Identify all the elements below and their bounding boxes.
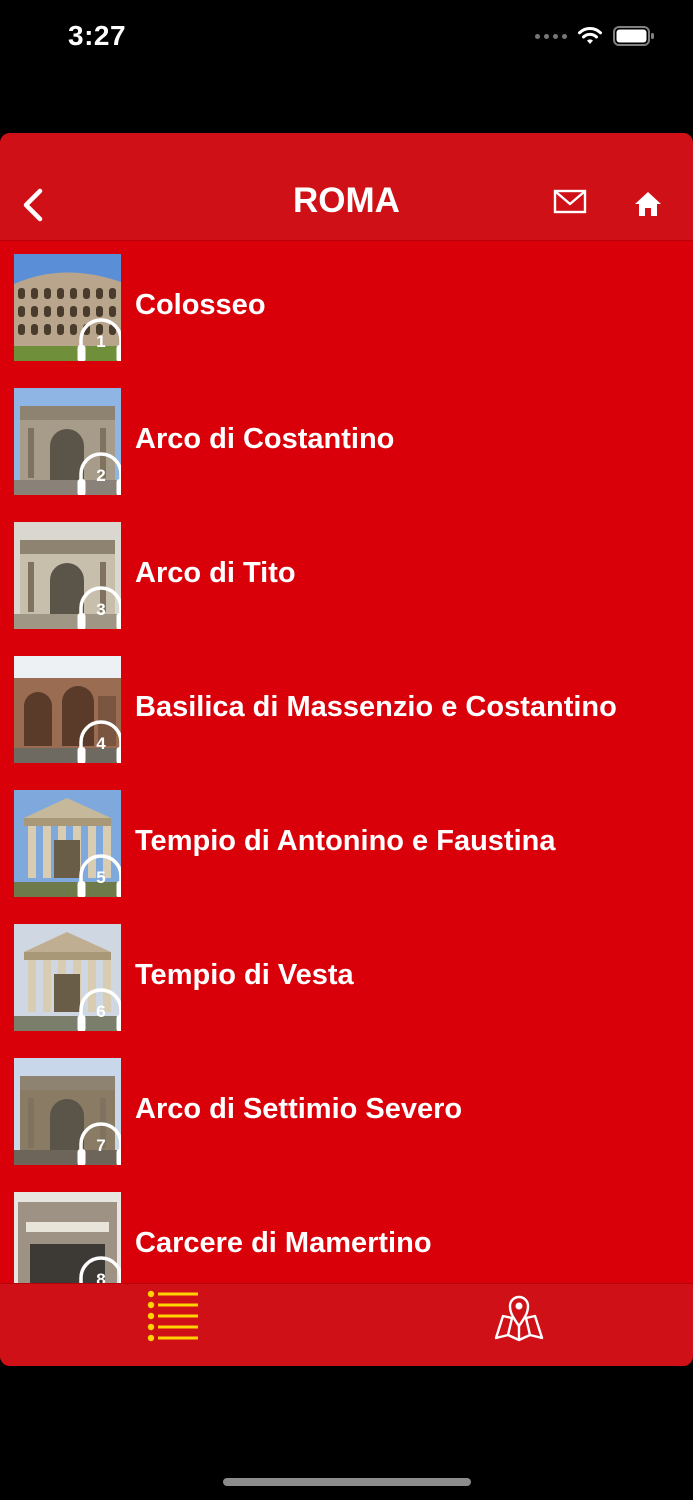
status-bar: 3:27 bbox=[0, 0, 693, 80]
monument-thumbnail: 6 bbox=[14, 924, 121, 1031]
audio-track-number: 5 bbox=[96, 868, 106, 887]
audio-track-number: 3 bbox=[96, 600, 106, 619]
list-item[interactable]: 3 Arco di Tito bbox=[0, 509, 693, 643]
audio-track-number: 2 bbox=[96, 466, 106, 485]
map-pin-icon bbox=[494, 1295, 544, 1342]
home-button[interactable] bbox=[634, 190, 662, 218]
page-title: ROMA bbox=[293, 181, 400, 220]
tab-bar bbox=[0, 1283, 693, 1366]
monument-name: Arco di Costantino bbox=[135, 423, 395, 455]
monument-thumbnail: 4 bbox=[14, 656, 121, 763]
monument-list: 1 Colosseo 2 Arco di Costantino 3 Arco d… bbox=[0, 241, 693, 1283]
audio-track-number: 6 bbox=[96, 1002, 106, 1021]
monument-name: Arco di Settimio Severo bbox=[135, 1093, 463, 1125]
audio-track-number: 1 bbox=[96, 332, 106, 351]
tab-list[interactable] bbox=[146, 1290, 202, 1342]
list-icon bbox=[147, 1290, 198, 1342]
monument-thumbnail: 3 bbox=[14, 522, 121, 629]
monument-name: Tempio di Vesta bbox=[135, 959, 354, 991]
status-icons bbox=[535, 26, 655, 46]
audio-track-number: 7 bbox=[96, 1136, 106, 1155]
monument-name: Colosseo bbox=[135, 289, 266, 321]
battery-icon bbox=[613, 26, 654, 46]
monument-name: Basilica di Massenzio e Costantino bbox=[135, 691, 617, 723]
cellular-signal-icon bbox=[535, 33, 567, 39]
wifi-icon bbox=[578, 27, 602, 44]
list-item[interactable]: 8 Carcere di Mamertino bbox=[0, 1179, 693, 1283]
monument-name: Arco di Tito bbox=[135, 557, 296, 589]
audio-track-number: 4 bbox=[96, 734, 106, 753]
mail-button[interactable] bbox=[553, 189, 587, 215]
list-item[interactable]: 1 Colosseo bbox=[0, 241, 693, 375]
tab-map[interactable] bbox=[492, 1290, 546, 1344]
monument-thumbnail: 8 bbox=[14, 1192, 121, 1283]
monument-thumbnail: 7 bbox=[14, 1058, 121, 1165]
monument-thumbnail: 2 bbox=[14, 388, 121, 495]
list-item[interactable]: 5 Tempio di Antonino e Faustina bbox=[0, 777, 693, 911]
monument-name: Carcere di Mamertino bbox=[135, 1227, 432, 1259]
audio-track-number: 8 bbox=[96, 1270, 106, 1283]
home-indicator bbox=[223, 1478, 471, 1486]
monument-thumbnail: 5 bbox=[14, 790, 121, 897]
list-item[interactable]: 7 Arco di Settimio Severo bbox=[0, 1045, 693, 1179]
navigation-bar: ROMA bbox=[0, 133, 693, 241]
list-item[interactable]: 4 Basilica di Massenzio e Costantino bbox=[0, 643, 693, 777]
app-screen: ROMA 1 Colosseo 2 Arco di Costantino 3 A… bbox=[0, 133, 693, 1366]
list-item[interactable]: 6 Tempio di Vesta bbox=[0, 911, 693, 1045]
status-time: 3:27 bbox=[68, 20, 127, 51]
monument-thumbnail: 1 bbox=[14, 254, 121, 361]
list-item[interactable]: 2 Arco di Costantino bbox=[0, 375, 693, 509]
monument-name: Tempio di Antonino e Faustina bbox=[135, 825, 556, 857]
